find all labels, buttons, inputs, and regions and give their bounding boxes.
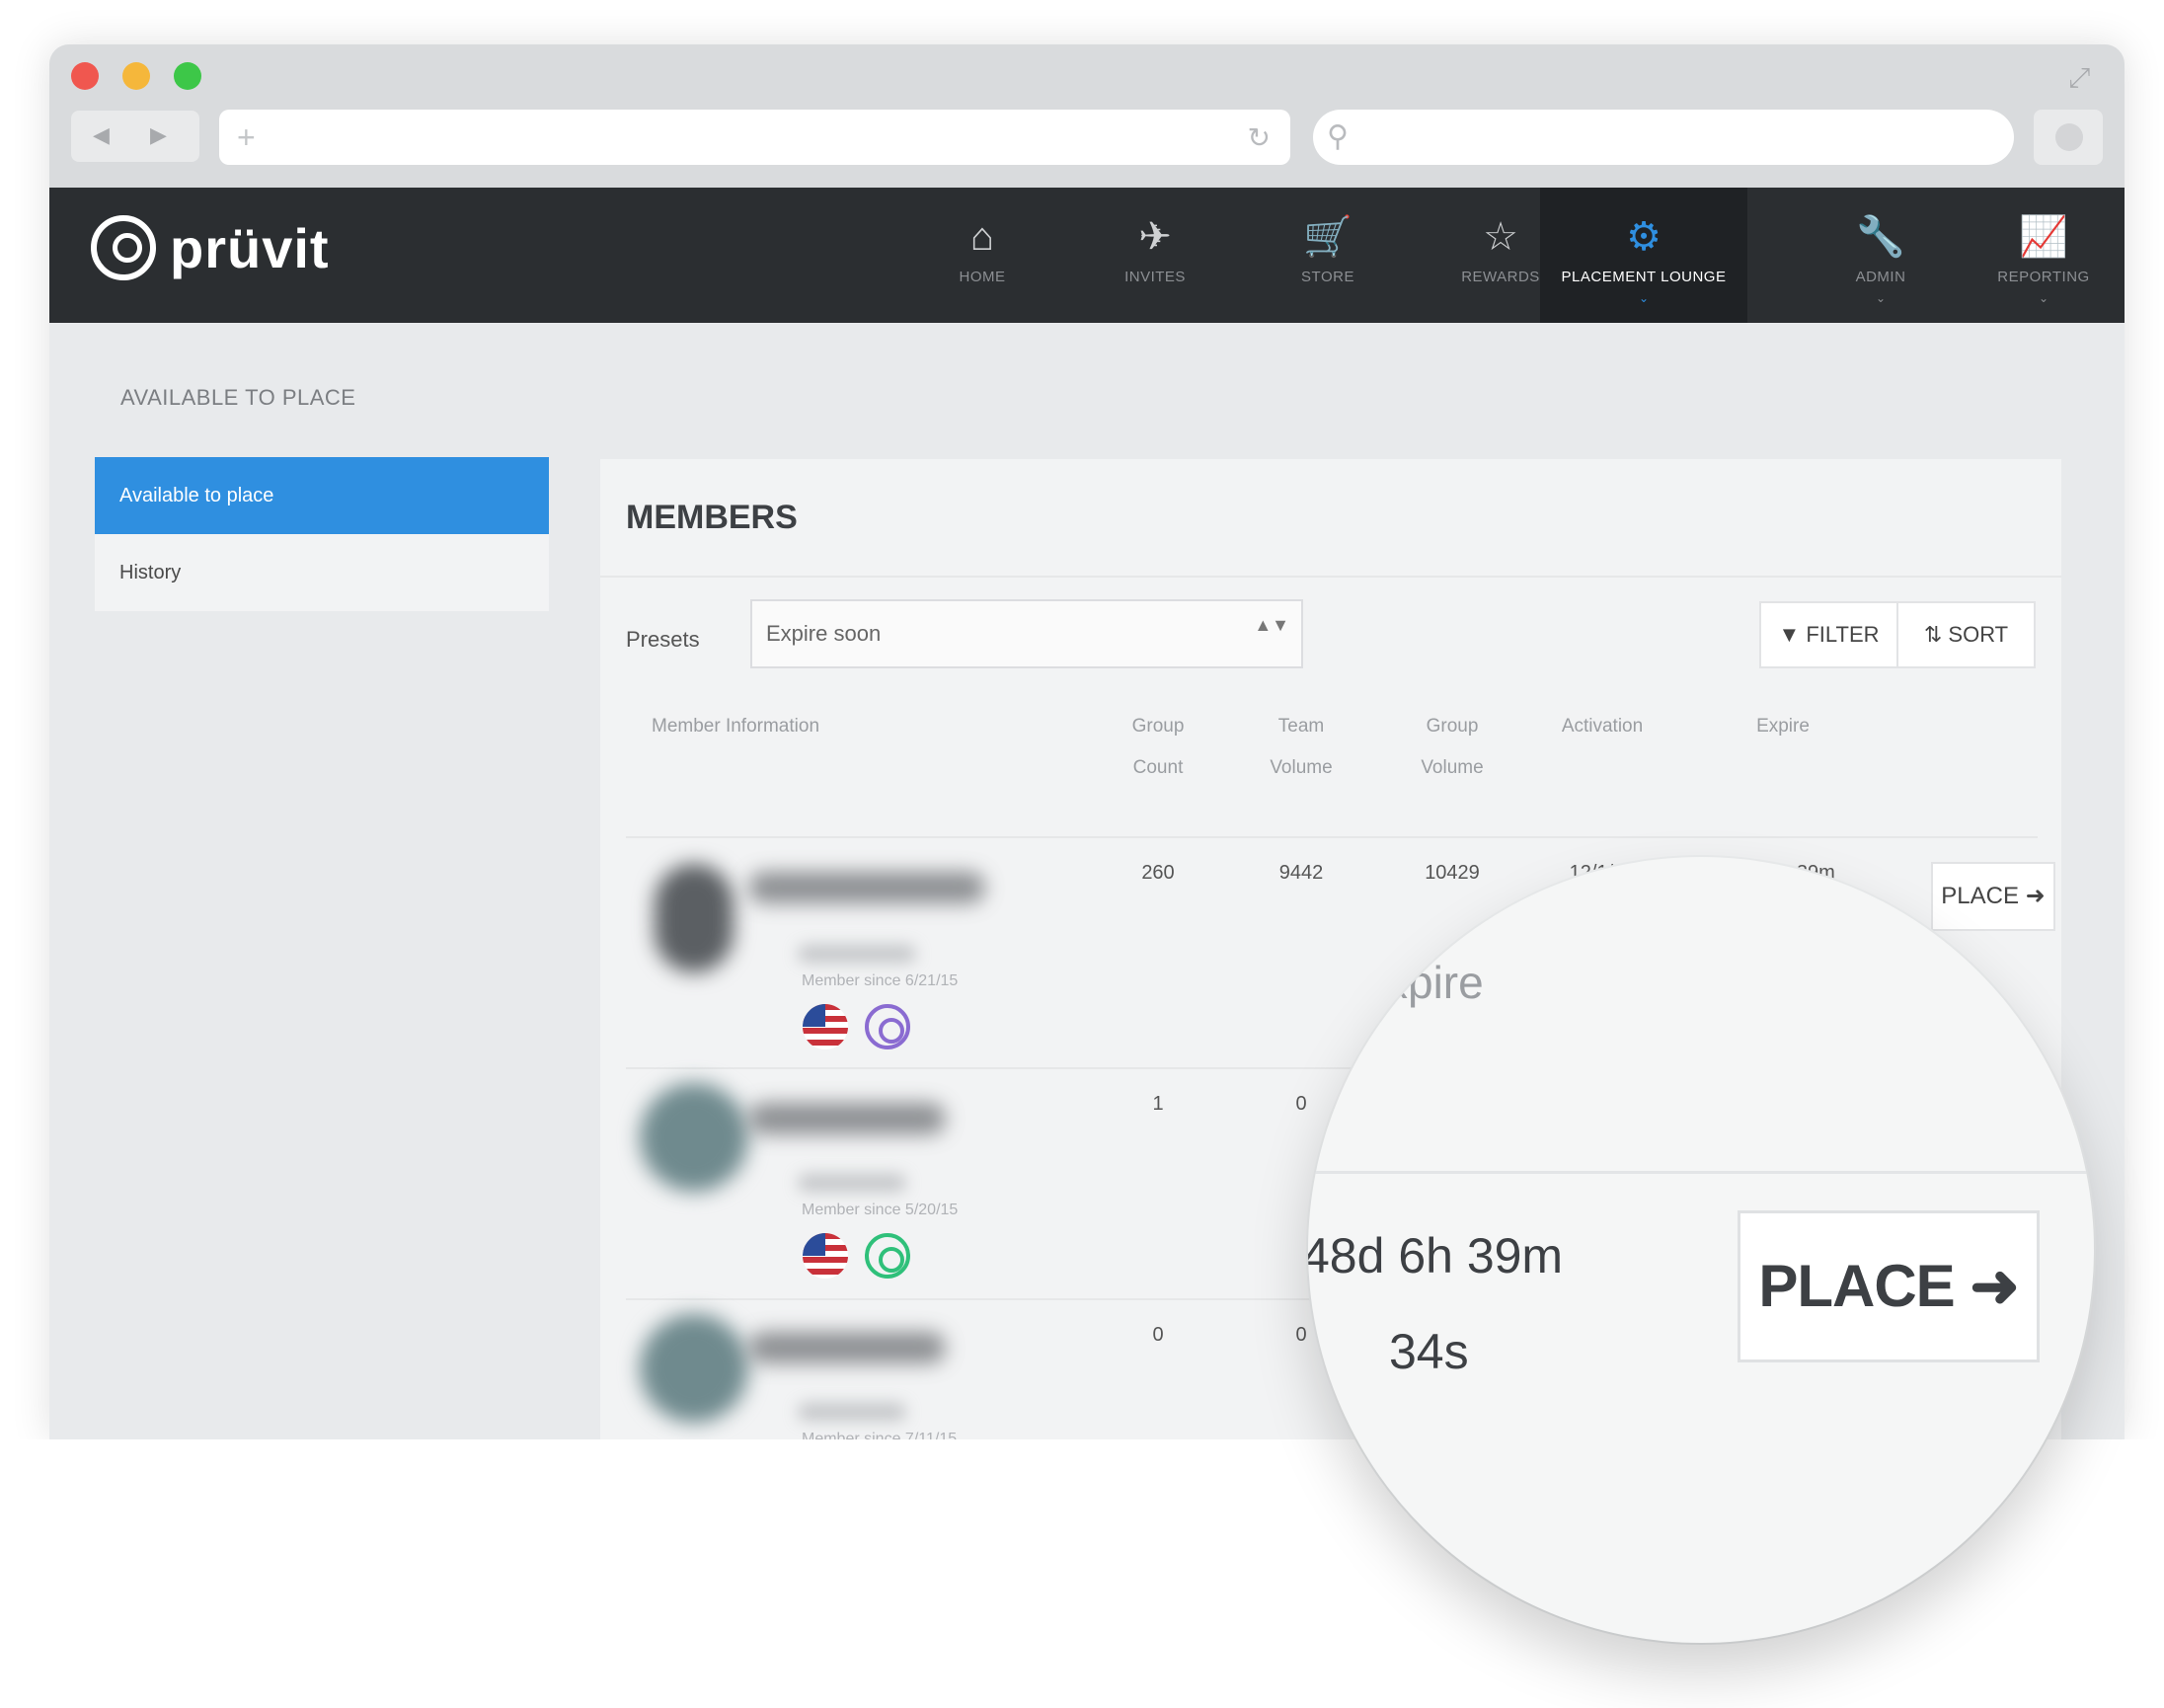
sidebar: Available to place History bbox=[95, 457, 549, 611]
avatar bbox=[655, 864, 734, 972]
header-line: Group bbox=[1131, 716, 1185, 737]
rank-badge-icon bbox=[865, 1004, 910, 1049]
place-button[interactable]: PLACE ➜ bbox=[1931, 862, 2055, 931]
cart-icon: 🛒 bbox=[1303, 215, 1352, 259]
forward-icon[interactable]: ▶ bbox=[150, 122, 167, 148]
new-tab-icon[interactable]: + bbox=[237, 119, 256, 156]
nav-label: PLACEMENT LOUNGE bbox=[1561, 269, 1727, 285]
back-icon[interactable]: ◀ bbox=[93, 122, 110, 148]
extension-icon bbox=[2055, 123, 2083, 151]
sidebar-item-history[interactable]: History bbox=[95, 534, 549, 611]
reload-icon[interactable]: ↻ bbox=[1248, 121, 1271, 154]
member-subtext bbox=[798, 945, 916, 963]
nav-reporting[interactable]: 📈 REPORTING ⌄ bbox=[1970, 188, 2118, 323]
filter-sort-group: ▼ FILTER ⇅ SORT bbox=[1759, 601, 2036, 668]
header-line: Team bbox=[1277, 716, 1325, 737]
nav-label: STORE bbox=[1301, 269, 1354, 285]
chart-icon: 📈 bbox=[2019, 215, 2068, 259]
presets-selected-value: Expire soon bbox=[766, 621, 882, 646]
header-line: Count bbox=[1132, 757, 1184, 778]
team-volume-cell: 9442 bbox=[1278, 862, 1324, 884]
page-title: AVAILABLE TO PLACE bbox=[120, 385, 356, 410]
sort-button[interactable]: ⇅ SORT bbox=[1896, 603, 2034, 666]
close-window-button[interactable] bbox=[71, 62, 99, 90]
select-arrows-icon: ▲▼ bbox=[1254, 615, 1289, 635]
zoom-window-button[interactable] bbox=[174, 62, 201, 90]
member-since: Member since 6/21/15 bbox=[802, 972, 959, 989]
member-since: Member since 7/11/15 bbox=[802, 1431, 958, 1439]
chevron-down-icon: ⌄ bbox=[2038, 291, 2049, 305]
search-icon: ⚲ bbox=[1327, 120, 1349, 153]
panel-title: MEMBERS bbox=[626, 499, 798, 536]
header-line: Volume bbox=[1421, 757, 1484, 778]
magnified-expire-seconds: 34s bbox=[1389, 1324, 1469, 1379]
top-navbar: prüvit ⌂ HOME ✈ INVITES 🛒 STORE ☆ REWARD… bbox=[49, 188, 2125, 323]
pruvit-logo-icon bbox=[91, 215, 156, 280]
header-activation[interactable]: Activation bbox=[1533, 706, 1671, 747]
gear-icon: ⚙ bbox=[1626, 215, 1662, 259]
group-count-cell: 1 bbox=[1152, 1093, 1164, 1115]
us-flag-icon bbox=[803, 1233, 848, 1279]
sidebar-item-available-to-place[interactable]: Available to place bbox=[95, 457, 549, 534]
magnified-expire-time: 48d 6h 39m bbox=[1308, 1228, 1564, 1283]
chevron-down-icon: ⌄ bbox=[1875, 291, 1887, 305]
header-team-volume[interactable]: Team Volume bbox=[1232, 706, 1370, 789]
presets-label: Presets bbox=[626, 627, 700, 652]
brand-name: prüvit bbox=[170, 216, 330, 279]
header-member-info[interactable]: Member Information bbox=[652, 706, 819, 747]
chevron-down-icon: ⌄ bbox=[1638, 291, 1650, 305]
nav-placement-lounge[interactable]: ⚙ PLACEMENT LOUNGE ⌄ bbox=[1540, 188, 1747, 323]
header-group-volume[interactable]: Group Volume bbox=[1383, 706, 1521, 789]
home-icon: ⌂ bbox=[969, 215, 995, 259]
browser-search-field[interactable]: ⚲ bbox=[1313, 110, 2014, 165]
us-flag-icon bbox=[803, 1004, 848, 1049]
history-nav: ◀ ▶ bbox=[71, 111, 199, 162]
member-subtext bbox=[798, 1174, 906, 1192]
rank-badge-icon bbox=[865, 1233, 910, 1279]
group-volume-cell: 10429 bbox=[1425, 862, 1480, 884]
nav-label: HOME bbox=[959, 269, 1006, 285]
browser-extension-button[interactable] bbox=[2034, 110, 2103, 165]
avatar bbox=[640, 1083, 748, 1192]
expand-icon[interactable]: ⤢ bbox=[2068, 62, 2090, 95]
nav-store[interactable]: 🛒 STORE bbox=[1244, 188, 1412, 323]
nav-home[interactable]: ⌂ HOME bbox=[898, 188, 1066, 323]
header-group-count[interactable]: Group Count bbox=[1089, 706, 1227, 789]
member-name bbox=[748, 872, 985, 903]
magnifier-callout: xpire 48d 6h 39m 34s PLACE ➜ bbox=[1308, 857, 2094, 1643]
filter-button[interactable]: ▼ FILTER bbox=[1761, 603, 1896, 666]
member-name bbox=[748, 1332, 946, 1363]
group-count-cell: 0 bbox=[1152, 1324, 1164, 1346]
member-since: Member since 5/20/15 bbox=[802, 1202, 959, 1218]
magnified-expire-header: xpire bbox=[1385, 957, 1484, 1008]
member-name bbox=[748, 1103, 946, 1134]
magnified-place-button[interactable]: PLACE ➜ bbox=[1738, 1210, 2040, 1362]
paper-plane-icon: ✈ bbox=[1138, 215, 1172, 259]
presets-select[interactable]: Expire soon ▲▼ bbox=[750, 599, 1303, 668]
nav-invites[interactable]: ✈ INVITES bbox=[1071, 188, 1239, 323]
divider bbox=[626, 836, 2038, 838]
nav-label: ADMIN bbox=[1855, 269, 1906, 285]
header-expire[interactable]: Expire bbox=[1714, 706, 1852, 747]
nav-label: REPORTING bbox=[1997, 269, 2090, 285]
nav-label: INVITES bbox=[1124, 269, 1186, 285]
divider bbox=[600, 576, 2061, 578]
browser-chrome: ◀ ▶ + ↻ ⚲ ⤢ bbox=[49, 44, 2125, 188]
group-count-cell: 260 bbox=[1141, 862, 1175, 884]
header-line: Group bbox=[1426, 716, 1479, 737]
pruvit-logo[interactable]: prüvit bbox=[91, 211, 330, 284]
divider bbox=[1308, 1171, 2094, 1174]
avatar bbox=[640, 1314, 748, 1423]
member-subtext bbox=[798, 1403, 906, 1421]
wrench-icon: 🔧 bbox=[1856, 215, 1905, 259]
nav-admin[interactable]: 🔧 ADMIN ⌄ bbox=[1797, 188, 1965, 323]
minimize-window-button[interactable] bbox=[122, 62, 150, 90]
address-bar[interactable]: + ↻ bbox=[219, 110, 1290, 165]
header-line: Volume bbox=[1270, 757, 1333, 778]
